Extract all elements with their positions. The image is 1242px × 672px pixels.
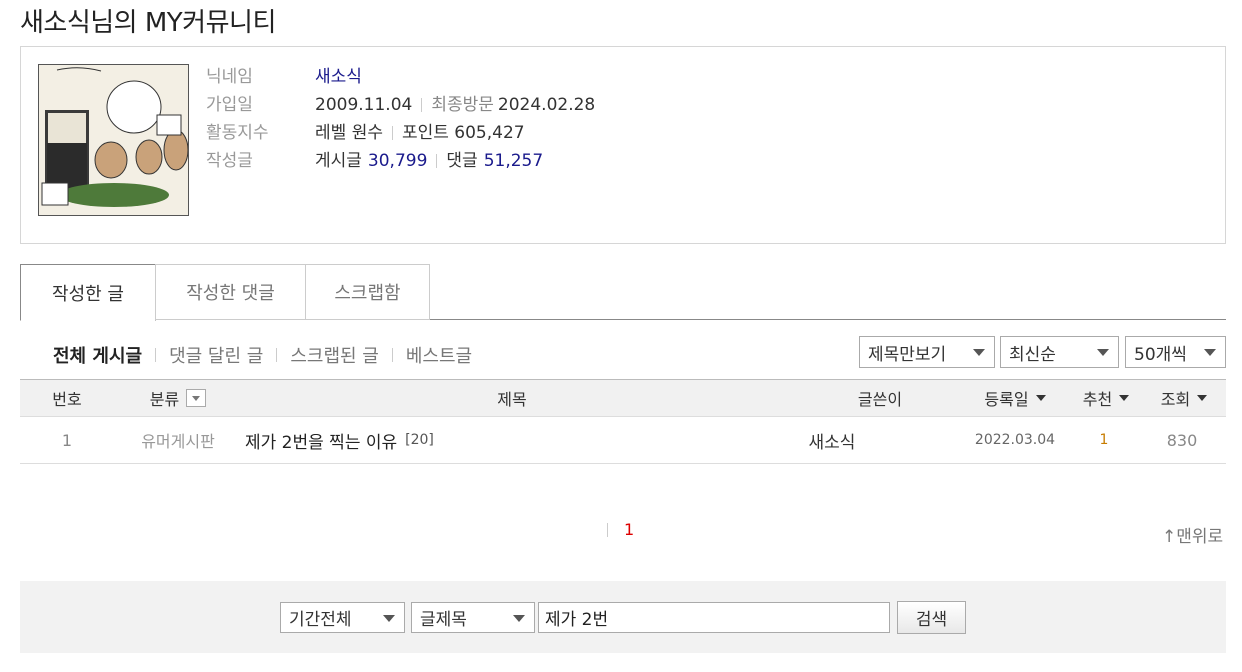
filter-all-posts[interactable]: 전체 게시글 bbox=[53, 342, 142, 368]
tab-bar: 작성한 글 작성한 댓글 스크랩함 bbox=[20, 264, 1226, 321]
nickname-value: 새소식 bbox=[315, 67, 362, 87]
cartoon-image bbox=[39, 65, 188, 215]
divider bbox=[276, 348, 278, 362]
sort-down-icon bbox=[1197, 395, 1208, 401]
row-recommend: 1 bbox=[1099, 432, 1109, 448]
tab-scraps[interactable]: 스크랩함 bbox=[305, 264, 430, 320]
filter-best-posts[interactable]: 베스트글 bbox=[406, 342, 472, 368]
divider bbox=[607, 522, 608, 537]
profile-info: 닉네임 새소식 가입일 2009.11.04 최종방문 2024.02.28 활… bbox=[206, 63, 595, 175]
row-date: 2022.03.04 bbox=[974, 432, 1056, 448]
profile-box: 닉네임 새소식 가입일 2009.11.04 최종방문 2024.02.28 활… bbox=[20, 46, 1226, 244]
period-select[interactable]: 기간전체 bbox=[280, 602, 405, 633]
posts-label: 작성글 bbox=[206, 151, 253, 171]
row-views: 830 bbox=[1166, 430, 1198, 450]
header-title: 제목 bbox=[497, 390, 527, 409]
profile-avatar bbox=[38, 64, 189, 216]
row-title[interactable]: 제가 2번을 찍는 이유 bbox=[245, 428, 397, 453]
header-views[interactable]: 조회 bbox=[1142, 380, 1226, 416]
chevron-down-icon bbox=[973, 349, 985, 356]
filter-commented-posts[interactable]: 댓글 달린 글 bbox=[169, 342, 263, 368]
period-value: 기간전체 bbox=[289, 610, 352, 630]
nickname-label: 닉네임 bbox=[206, 67, 253, 87]
search-button[interactable]: 검색 bbox=[897, 601, 966, 634]
header-num: 번호 bbox=[52, 390, 82, 409]
last-visit-date: 2024.02.28 bbox=[497, 95, 596, 115]
chevron-down-icon bbox=[1204, 349, 1216, 356]
row-comment-count[interactable]: [20] bbox=[405, 432, 434, 448]
row-num: 1 bbox=[61, 430, 73, 450]
view-mode-value: 제목만보기 bbox=[868, 344, 947, 365]
view-mode-select[interactable]: 제목만보기 bbox=[859, 336, 995, 368]
divider bbox=[155, 348, 157, 362]
per-page-select[interactable]: 50개씩 bbox=[1125, 336, 1226, 368]
posts-row: 작성글 게시글 30,799 댓글 51,257 bbox=[206, 147, 595, 175]
search-field-select[interactable]: 글제목 bbox=[411, 602, 535, 633]
header-date-label: 등록일 bbox=[984, 390, 1029, 409]
post-count-label: 게시글 bbox=[315, 151, 362, 171]
header-recommend-label: 추천 bbox=[1082, 390, 1113, 409]
joined-row: 가입일 2009.11.04 최종방문 2024.02.28 bbox=[206, 91, 595, 119]
divider bbox=[391, 126, 393, 140]
level-label: 레벨 bbox=[315, 123, 347, 143]
joined-label: 가입일 bbox=[206, 95, 253, 115]
level-value: 원수 bbox=[351, 123, 383, 143]
header-recommend[interactable]: 추천 bbox=[1070, 380, 1142, 416]
pagination: 1 bbox=[607, 520, 634, 539]
tab-my-posts[interactable]: 작성한 글 bbox=[20, 264, 156, 321]
row-category[interactable]: 유머게시판 bbox=[114, 417, 242, 463]
activity-label: 활동지수 bbox=[206, 123, 269, 143]
category-filter-dropdown-icon[interactable] bbox=[186, 389, 207, 407]
chevron-down-icon bbox=[1097, 349, 1109, 356]
header-category-label: 분류 bbox=[149, 390, 180, 409]
sort-select[interactable]: 최신순 bbox=[1000, 336, 1119, 368]
sort-down-icon bbox=[1035, 395, 1046, 401]
chevron-down-icon bbox=[383, 615, 395, 622]
activity-row: 활동지수 레벨 원수 포인트 605,427 bbox=[206, 119, 595, 147]
sort-value: 최신순 bbox=[1009, 344, 1056, 365]
comment-count[interactable]: 51,257 bbox=[484, 147, 543, 175]
search-input[interactable] bbox=[538, 602, 890, 633]
filter-scrapped-posts[interactable]: 스크랩된 글 bbox=[290, 342, 379, 368]
nickname-row: 닉네임 새소식 bbox=[206, 63, 595, 91]
last-visit-label: 최종방문 bbox=[431, 95, 494, 115]
post-count[interactable]: 30,799 bbox=[368, 147, 427, 175]
post-filter-bar: 전체 게시글 댓글 달린 글 스크랩된 글 베스트글 bbox=[53, 342, 472, 368]
tab-my-comments[interactable]: 작성한 댓글 bbox=[155, 264, 306, 320]
divider bbox=[391, 348, 393, 362]
back-to-top-link[interactable]: ↑맨위로 bbox=[1162, 522, 1223, 547]
row-title-link[interactable]: 제가 2번을 찍는 이유 [20] bbox=[245, 417, 434, 463]
join-date: 2009.11.04 bbox=[315, 95, 413, 115]
divider bbox=[436, 154, 438, 168]
table-header: 번호 분류 제목 글쓴이 등록일 추천 조회 bbox=[20, 379, 1226, 417]
table-row: 1 유머게시판 제가 2번을 찍는 이유 [20] 새소식 2022.03.04… bbox=[20, 417, 1226, 464]
per-page-value: 50개씩 bbox=[1134, 344, 1187, 365]
divider bbox=[421, 98, 423, 112]
row-writer[interactable]: 새소식 bbox=[782, 417, 882, 463]
sort-down-icon bbox=[1119, 395, 1130, 401]
point-label: 포인트 bbox=[401, 123, 449, 143]
header-views-label: 조회 bbox=[1160, 390, 1191, 409]
comment-count-label: 댓글 bbox=[446, 151, 478, 171]
search-field-value: 글제목 bbox=[420, 610, 467, 630]
search-bar: 기간전체 글제목 검색 bbox=[20, 581, 1226, 653]
point-value: 605,427 bbox=[454, 123, 525, 143]
chevron-down-icon bbox=[513, 615, 525, 622]
header-writer: 글쓴이 bbox=[857, 390, 903, 409]
header-date[interactable]: 등록일 bbox=[960, 380, 1070, 416]
page-current[interactable]: 1 bbox=[624, 520, 634, 539]
header-category: 분류 bbox=[114, 380, 242, 416]
page-title: 새소식님의 MY커뮤니티 bbox=[20, 8, 276, 38]
